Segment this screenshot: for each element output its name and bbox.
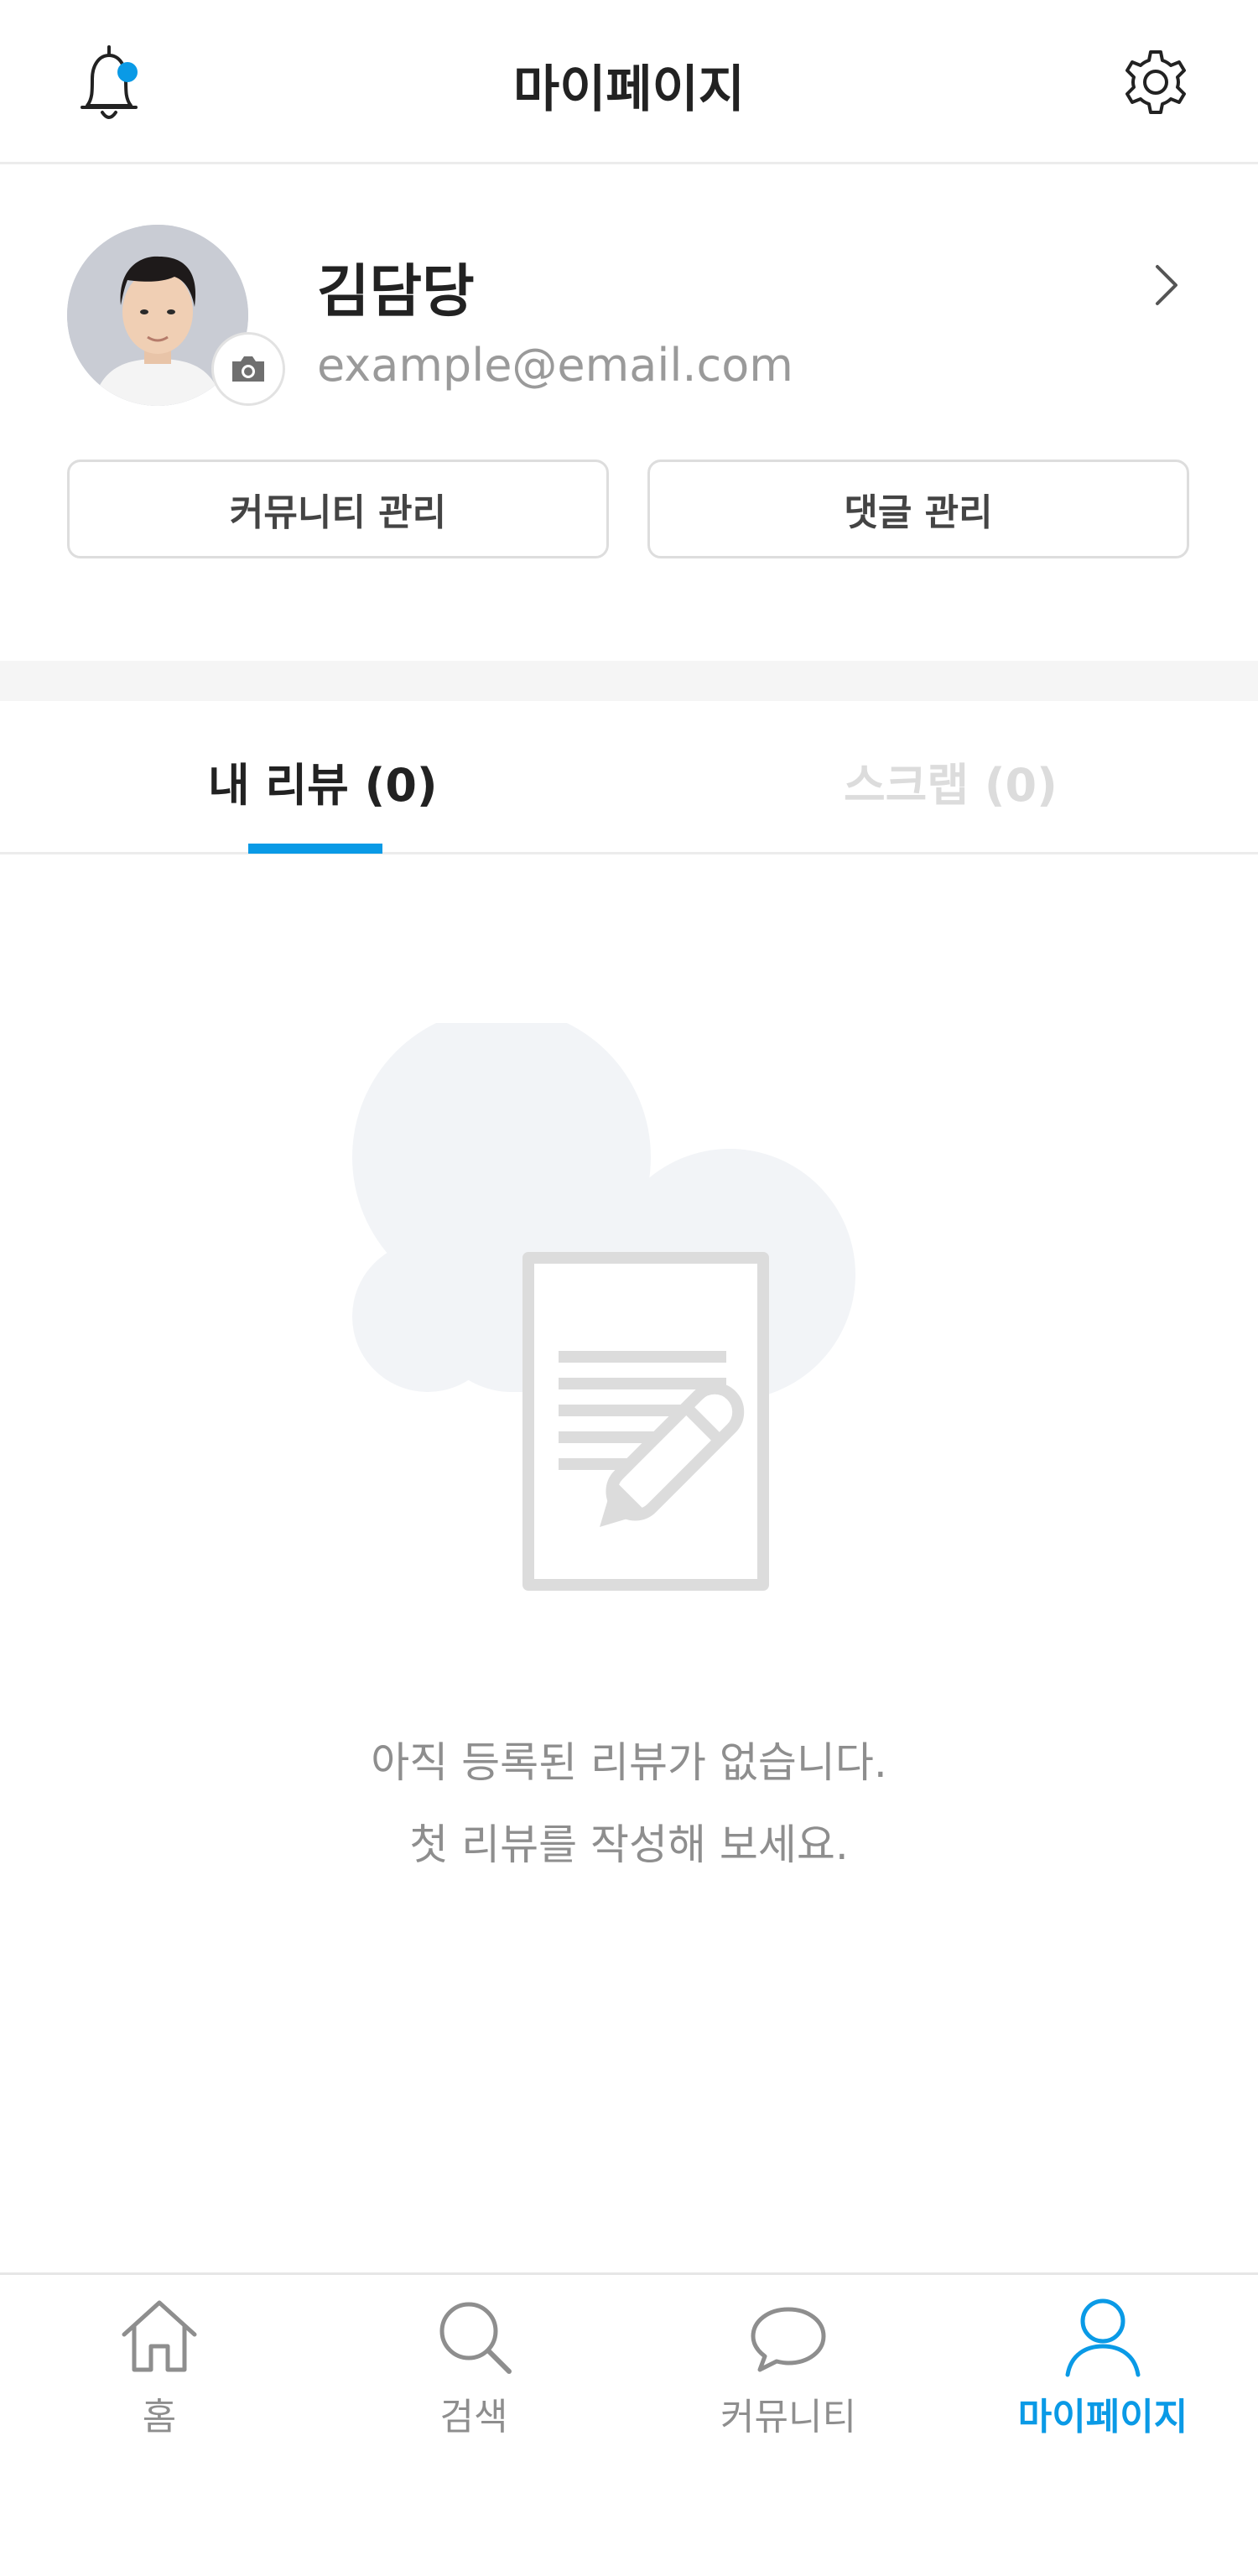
tab-scrap[interactable]: 스크랩 (0) bbox=[844, 748, 1058, 814]
community-manage-button[interactable]: 커뮤니티 관리 bbox=[67, 460, 609, 558]
profile-email: example@email.com bbox=[317, 339, 793, 392]
chevron-right-icon bbox=[1156, 265, 1177, 305]
nav-mypage[interactable]: 마이페이지 bbox=[977, 2289, 1229, 2457]
bottom-nav-divider bbox=[0, 2272, 1258, 2275]
active-tab-indicator bbox=[248, 844, 382, 854]
page-title: 마이페이지 bbox=[513, 60, 745, 119]
profile-name: 김담당 bbox=[317, 259, 475, 325]
empty-state-message: 아직 등록된 리뷰가 없습니다. bbox=[371, 1738, 887, 1787]
tab-bar-divider bbox=[0, 852, 1258, 854]
gear-icon bbox=[1125, 50, 1186, 114]
tab-my-reviews[interactable]: 내 리뷰 (0) bbox=[208, 748, 438, 814]
person-icon bbox=[1061, 2294, 1145, 2378]
profile-detail-button[interactable] bbox=[1149, 260, 1186, 310]
nav-search-label: 검색 bbox=[439, 2396, 508, 2438]
nav-home-label: 홈 bbox=[142, 2396, 177, 2438]
nav-search[interactable]: 검색 bbox=[348, 2289, 600, 2457]
document-pencil-icon bbox=[352, 1008, 855, 1591]
comment-manage-button[interactable]: 댓글 관리 bbox=[647, 460, 1189, 558]
camera-icon bbox=[232, 356, 264, 382]
search-icon bbox=[432, 2294, 516, 2378]
settings-button[interactable] bbox=[1117, 44, 1194, 121]
chat-bubble-icon bbox=[746, 2294, 830, 2378]
nav-community[interactable]: 커뮤니티 bbox=[663, 2289, 914, 2457]
section-divider bbox=[0, 661, 1258, 701]
empty-state-illustration bbox=[352, 1008, 872, 1610]
change-photo-button[interactable] bbox=[211, 332, 285, 406]
nav-community-label: 커뮤니티 bbox=[720, 2396, 856, 2438]
nav-home[interactable]: 홈 bbox=[34, 2289, 285, 2457]
empty-state-hint: 첫 리뷰를 작성해 보세요. bbox=[409, 1820, 849, 1869]
home-icon bbox=[117, 2294, 201, 2378]
nav-mypage-label: 마이페이지 bbox=[1017, 2396, 1188, 2438]
